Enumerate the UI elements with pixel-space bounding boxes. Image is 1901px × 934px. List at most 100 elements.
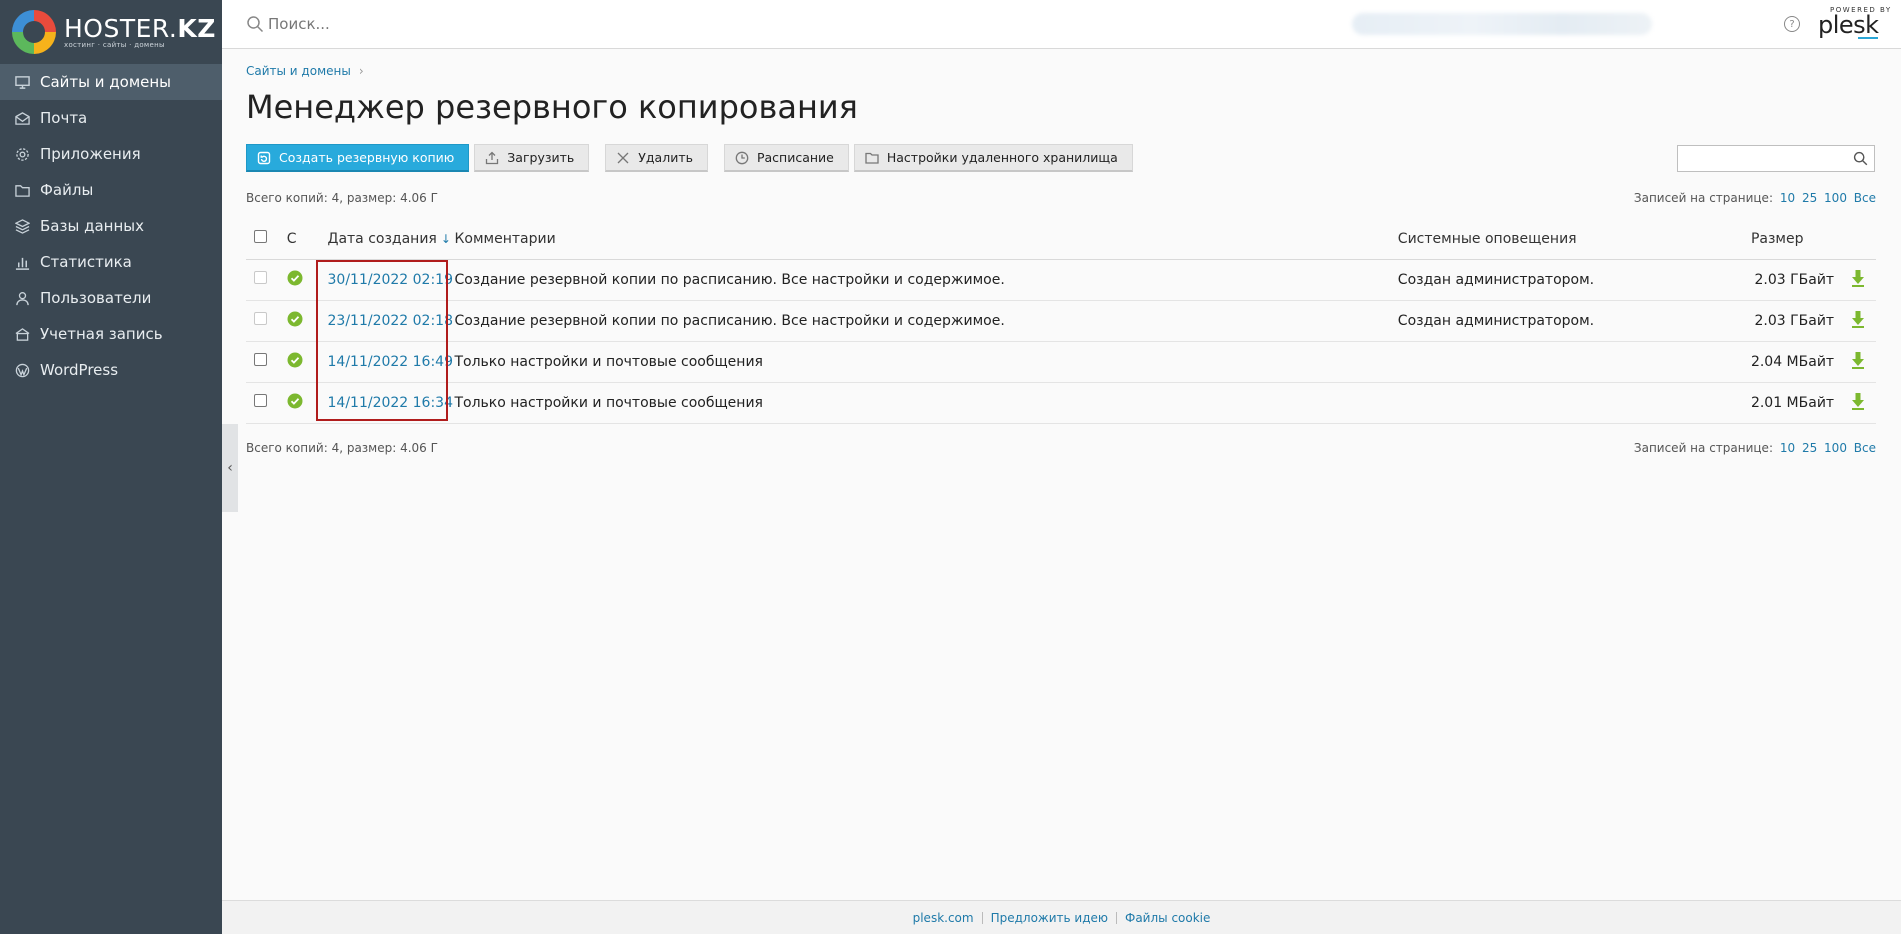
download-icon[interactable] (1850, 310, 1866, 328)
per-page-25[interactable]: 25 (1802, 441, 1817, 455)
delete-icon (616, 151, 630, 165)
sidebar-collapse-handle[interactable]: ‹ (222, 424, 238, 512)
clock-icon (735, 151, 749, 165)
sidebar-item-wordpress[interactable]: WordPress (0, 352, 222, 388)
search-icon[interactable] (1853, 151, 1868, 166)
sidebar-item-users[interactable]: Пользователи (0, 280, 222, 316)
per-page-10[interactable]: 10 (1780, 191, 1795, 205)
sidebar-item-label: Файлы (40, 181, 94, 199)
per-page-10[interactable]: 10 (1780, 441, 1795, 455)
download-icon[interactable] (1850, 351, 1866, 369)
folder-icon (14, 182, 30, 198)
backup-date-link[interactable]: 23/11/2022 02:18 (328, 313, 454, 329)
sort-down-icon: ↓ (440, 231, 451, 246)
column-notifications[interactable]: Системные оповещения (1397, 219, 1751, 260)
footer-link-suggest-idea[interactable]: Предложить идею (983, 911, 1116, 925)
backup-date-link[interactable]: 30/11/2022 02:19 (328, 272, 454, 288)
column-size[interactable]: Размер (1750, 219, 1851, 260)
backup-comment: Создание резервной копии по расписанию. … (454, 259, 1398, 301)
column-status[interactable]: С (286, 219, 325, 260)
footer-link-cookies[interactable]: Файлы cookie (1117, 911, 1218, 925)
delete-label: Удалить (638, 150, 693, 165)
schedule-button[interactable]: Расписание (723, 144, 849, 172)
upload-icon (485, 151, 499, 165)
account-icon (14, 326, 30, 342)
user-info-blurred[interactable] (1352, 13, 1652, 35)
status-ok-icon (287, 393, 303, 408)
row-checkbox (254, 271, 267, 284)
sidebar-item-label: Базы данных (40, 217, 144, 235)
status-ok-icon (287, 352, 303, 367)
row-checkbox[interactable] (254, 353, 267, 366)
remote-storage-settings-button[interactable]: Настройки удаленного хранилища (853, 144, 1133, 172)
backup-size: 2.04 МБайт (1750, 341, 1851, 383)
backup-notification (1397, 382, 1751, 424)
plesk-logo: POWERED BY plesk (1818, 6, 1898, 39)
sidebar: HOSTER.KZ хостинг · сайты · домены Сайты… (0, 0, 222, 934)
sidebar-item-label: Почта (40, 109, 88, 127)
upload-button[interactable]: Загрузить (474, 144, 590, 172)
search-icon (247, 16, 264, 33)
sidebar-item-label: Сайты и домены (40, 73, 172, 91)
upload-label: Загрузить (507, 150, 575, 165)
wordpress-icon (14, 362, 30, 378)
bar-chart-icon (14, 254, 30, 270)
row-checkbox (254, 312, 267, 325)
table-row: 14/11/2022 16:34 Только настройки и почт… (246, 382, 1876, 424)
sidebar-item-label: Статистика (40, 253, 132, 271)
sidebar-item-label: WordPress (40, 361, 119, 379)
sidebar-item-label: Пользователи (40, 289, 152, 307)
column-comments[interactable]: Комментарии (454, 219, 1398, 260)
backup-notification (1397, 341, 1751, 383)
brand-name: HOSTER. (64, 13, 178, 43)
breadcrumb-link[interactable]: Сайты и домены (246, 64, 351, 78)
sidebar-item-databases[interactable]: Базы данных (0, 208, 222, 244)
sidebar-item-files[interactable]: Файлы (0, 172, 222, 208)
list-summary-top: Всего копий: 4, размер: 4.06 Г (246, 191, 438, 205)
create-backup-button[interactable]: Создать резервную копию (246, 144, 470, 172)
list-search-input[interactable] (1678, 146, 1848, 171)
sidebar-item-sites-domains[interactable]: Сайты и домены (0, 64, 222, 100)
per-page-100[interactable]: 100 (1824, 191, 1847, 205)
backup-date-link[interactable]: 14/11/2022 16:34 (328, 395, 454, 411)
download-icon[interactable] (1850, 269, 1866, 287)
backup-table: С Дата создания ↓ Комментарии Системные о… (246, 219, 1876, 424)
backup-size: 2.01 МБайт (1750, 382, 1851, 424)
logo-mark-icon (12, 10, 56, 54)
footer-link-plesk[interactable]: plesk.com (905, 911, 982, 925)
backup-size: 2.03 ГБайт (1750, 300, 1851, 342)
backup-comment: Только настройки и почтовые сообщения (454, 382, 1398, 424)
column-date[interactable]: Дата создания ↓ (324, 219, 455, 260)
table-row: 14/11/2022 16:49 Только настройки и почт… (246, 341, 1876, 383)
select-all-checkbox[interactable] (254, 230, 267, 244)
chevron-left-icon: ‹ (227, 460, 233, 476)
download-icon[interactable] (1850, 392, 1866, 410)
brand-logo[interactable]: HOSTER.KZ хостинг · сайты · домены (0, 0, 222, 64)
backup-size: 2.03 ГБайт (1750, 259, 1851, 301)
per-page-25[interactable]: 25 (1802, 191, 1817, 205)
sidebar-item-mail[interactable]: Почта (0, 100, 222, 136)
delete-button[interactable]: Удалить (605, 144, 708, 172)
backup-comment: Только настройки и почтовые сообщения (454, 341, 1398, 383)
chevron-right-icon: › (358, 64, 364, 78)
help-icon[interactable]: ? (1784, 16, 1800, 32)
backup-notification: Создан администратором. (1397, 300, 1751, 342)
table-row: 23/11/2022 02:18 Создание резервной копи… (246, 300, 1876, 342)
breadcrumb: Сайты и домены › (246, 64, 364, 78)
per-page-all[interactable]: Все (1854, 191, 1876, 205)
per-page-all[interactable]: Все (1854, 441, 1876, 455)
sidebar-item-statistics[interactable]: Статистика (0, 244, 222, 280)
backup-date-link[interactable]: 14/11/2022 16:49 (328, 354, 454, 370)
database-icon (14, 218, 30, 234)
per-page-100[interactable]: 100 (1824, 441, 1847, 455)
sidebar-item-applications[interactable]: Приложения (0, 136, 222, 172)
backup-comment: Создание резервной копии по расписанию. … (454, 300, 1398, 342)
per-page-label: Записей на странице: (1633, 191, 1773, 205)
global-search-input[interactable] (268, 12, 768, 36)
row-checkbox[interactable] (254, 394, 267, 407)
sidebar-nav: Сайты и домены Почта Приложения Файлы Ба… (0, 64, 222, 388)
plesk-wordmark: plesk (1818, 13, 1898, 39)
monitor-icon (14, 74, 30, 90)
sidebar-item-account[interactable]: Учетная запись (0, 316, 222, 352)
table-header-row: С Дата создания ↓ Комментарии Системные о… (246, 219, 1876, 260)
